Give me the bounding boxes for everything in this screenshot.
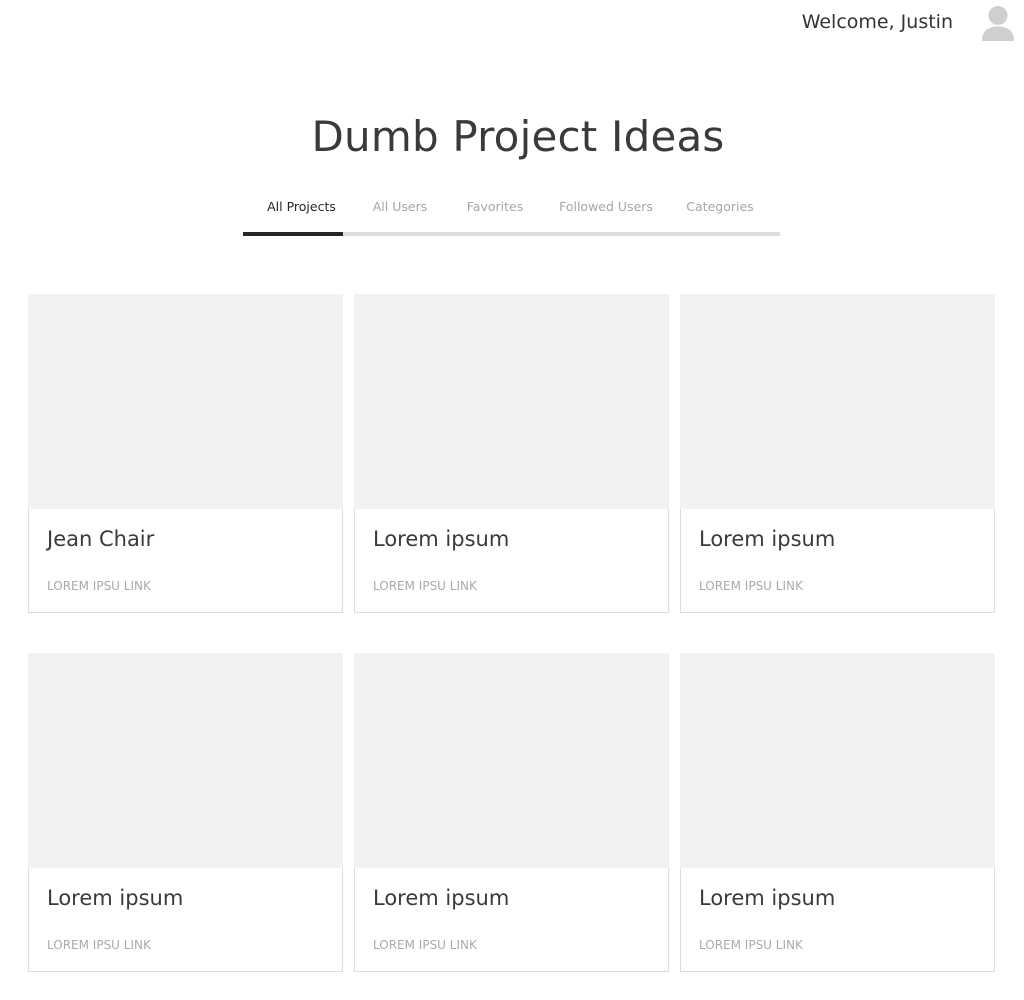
tab-all-projects[interactable]: All Projects [243, 190, 360, 232]
project-link[interactable]: LOREM IPSU LINK [373, 937, 477, 953]
tab-bar: All Projects All Users Favorites Followe… [243, 190, 780, 237]
tab-followed-users[interactable]: Followed Users [553, 190, 659, 232]
project-image-placeholder [28, 294, 343, 509]
page-title: Dumb Project Ideas [311, 112, 725, 161]
project-card[interactable]: Lorem ipsum LOREM IPSU LINK [28, 653, 343, 972]
project-image-placeholder [680, 294, 995, 509]
project-card[interactable]: Lorem ipsum LOREM IPSU LINK [680, 653, 995, 972]
project-title: Lorem ipsum [373, 886, 510, 910]
project-title: Lorem ipsum [699, 886, 836, 910]
project-title: Jean Chair [47, 527, 155, 551]
tab-active-indicator [243, 232, 343, 236]
project-link[interactable]: LOREM IPSU LINK [699, 578, 803, 594]
project-link[interactable]: LOREM IPSU LINK [47, 578, 151, 594]
project-card[interactable]: Lorem ipsum LOREM IPSU LINK [680, 294, 995, 613]
project-title: Lorem ipsum [699, 527, 836, 551]
tab-all-users[interactable]: All Users [360, 190, 440, 232]
project-image-placeholder [354, 294, 669, 509]
project-link[interactable]: LOREM IPSU LINK [47, 937, 151, 953]
project-link[interactable]: LOREM IPSU LINK [373, 578, 477, 594]
tab-favorites[interactable]: Favorites [455, 190, 535, 232]
project-image-placeholder [354, 653, 669, 868]
project-image-placeholder [28, 653, 343, 868]
project-link[interactable]: LOREM IPSU LINK [699, 937, 803, 953]
user-avatar-icon[interactable] [981, 5, 1015, 43]
project-card[interactable]: Lorem ipsum LOREM IPSU LINK [354, 653, 669, 972]
welcome-message: Welcome, Justin [801, 11, 953, 33]
project-title: Lorem ipsum [47, 886, 184, 910]
project-title: Lorem ipsum [373, 527, 510, 551]
project-image-placeholder [680, 653, 995, 868]
tab-categories[interactable]: Categories [675, 190, 765, 232]
project-card[interactable]: Lorem ipsum LOREM IPSU LINK [354, 294, 669, 613]
project-card[interactable]: Jean Chair LOREM IPSU LINK [28, 294, 343, 613]
user-avatar-icon-graphic [982, 6, 1014, 41]
